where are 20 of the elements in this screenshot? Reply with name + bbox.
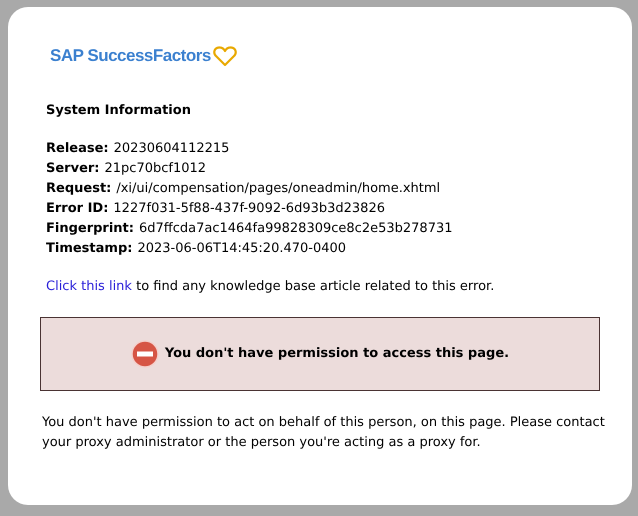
details-text: You don't have permission to act on behalf of this person, on this page. Please contact your proxy administrator or the person you're acting as a proxy for. bbox=[42, 414, 606, 452]
field-label: Fingerprint: bbox=[46, 220, 134, 238]
error-message: You don't have permission to access this page. bbox=[164, 344, 510, 363]
field-value: 2023-06-06T14:45:20.470-0400 bbox=[137, 240, 346, 258]
field-value: 20230604112215 bbox=[114, 140, 230, 158]
field-value: /xi/ui/compensation/pages/oneadmin/home.xhtml bbox=[116, 180, 440, 198]
field-value: 6d7ffcda7ac1464fa99828309ce8c2e53b278731 bbox=[138, 220, 453, 238]
logo-text: SAP SuccessFactors bbox=[50, 45, 211, 67]
field-label: Server: bbox=[46, 160, 100, 178]
no-entry-icon bbox=[130, 340, 159, 368]
help-text: Click this link to find any knowledge base article related to this error. bbox=[46, 278, 496, 296]
section-title: System Information bbox=[46, 102, 192, 120]
field-label: Error ID: bbox=[46, 200, 108, 218]
help-link[interactable]: Click this link bbox=[46, 278, 132, 294]
field-label: Timestamp: bbox=[46, 240, 132, 258]
heart-icon bbox=[212, 44, 237, 67]
field-label: Release: bbox=[46, 140, 109, 158]
field-value: 1227f031-5f88-437f-9092-6d93b3d23826 bbox=[113, 200, 385, 218]
field-label: Request: bbox=[46, 180, 112, 198]
field-value: 21pc70bcf1012 bbox=[104, 160, 206, 178]
